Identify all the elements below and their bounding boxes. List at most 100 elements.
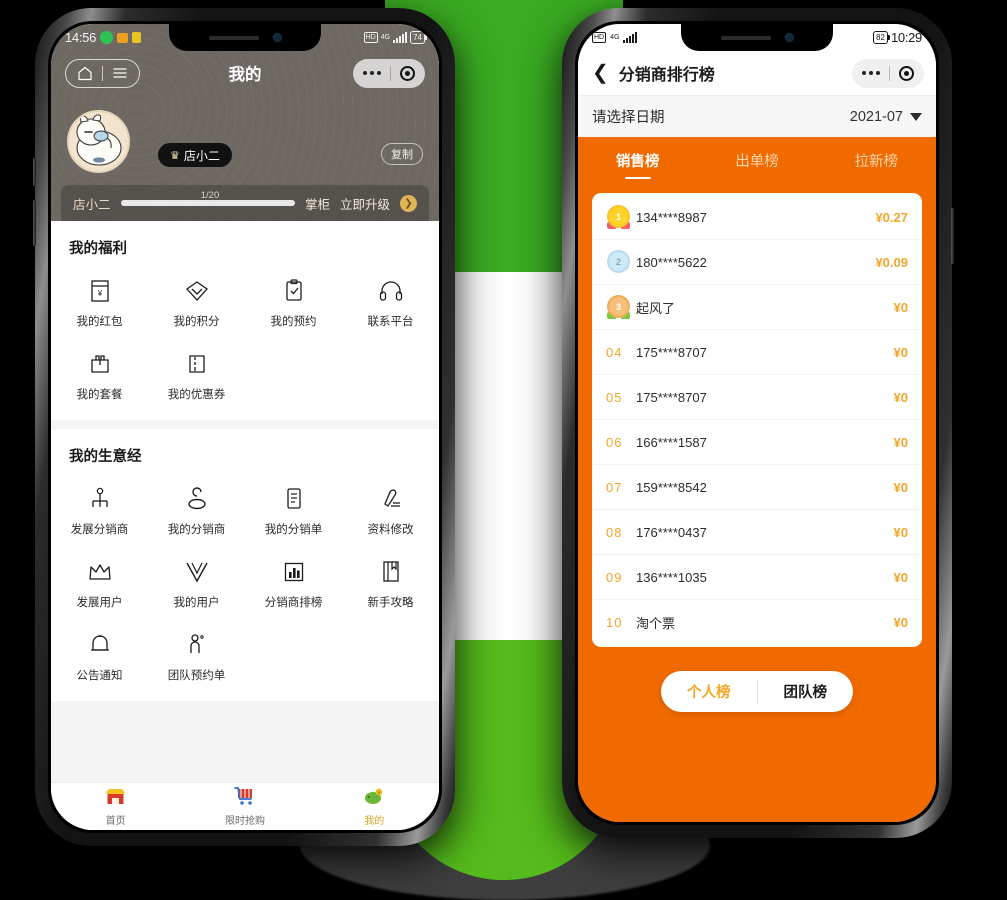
signal-icon [623, 31, 638, 43]
app-icon [132, 32, 142, 43]
rank-number: 05 [606, 389, 623, 405]
date-value: 2021-07 [849, 108, 903, 125]
target-icon[interactable] [400, 65, 415, 81]
grid-item-develop-user[interactable]: 发展用户 [51, 545, 148, 618]
wechat-capsule-right[interactable] [852, 58, 924, 88]
table-row[interactable]: 10 淘个票 ¥0 [592, 600, 922, 645]
date-selector[interactable]: 请选择日期 2021-07 [578, 95, 936, 137]
cart-icon [234, 786, 256, 810]
more-dots-icon[interactable] [862, 71, 880, 75]
volume-down-button[interactable] [33, 200, 36, 246]
business-card: 我的生意经 发展分销商 我的分销商 我的分销单 资料修改 发展用户 我的用户 分… [51, 429, 439, 701]
grid-label: 团队预约单 [167, 670, 226, 682]
grid-item-my-user[interactable]: 我的用户 [148, 545, 245, 618]
network-person-icon [88, 486, 112, 512]
capsule-divider [102, 65, 103, 81]
grid-item-notice[interactable]: 公告通知 [51, 618, 148, 691]
profile-row: ♛ 店小二 复制 [51, 95, 439, 179]
rank-tabs: 销售榜 出单榜 拉新榜 [578, 137, 936, 183]
chevron-left-icon[interactable]: ❮ [592, 63, 609, 83]
clipboard-check-icon [285, 278, 303, 304]
rank-value: ¥0 [893, 389, 908, 405]
more-dots-icon[interactable] [363, 71, 381, 75]
grid-label: 新手攻略 [367, 597, 414, 609]
grid-item-distributor-rank[interactable]: 分销商排榜 [245, 545, 342, 618]
table-row[interactable]: 2 180****5622 ¥0.09 [592, 240, 922, 285]
user-stand-icon [185, 486, 209, 512]
table-row[interactable]: 09 136****1035 ¥0 [592, 555, 922, 600]
grid-item-profile-edit[interactable]: 资料修改 [342, 472, 439, 545]
battery-indicator: 82 [873, 31, 890, 44]
grid-item-redpacket[interactable]: ¥ 我的红包 [51, 264, 148, 337]
grid-item-my-orders[interactable]: 我的分销单 [245, 472, 342, 545]
table-row[interactable]: 05 175****8707 ¥0 [592, 375, 922, 420]
rank-number: 3 [609, 297, 628, 316]
table-row[interactable]: 08 176****0437 ¥0 [592, 510, 922, 555]
grid-label: 资料修改 [367, 524, 414, 536]
grid-label: 我的分销单 [264, 524, 323, 536]
copy-button[interactable]: 复制 [381, 143, 423, 165]
mine-body: 我的福利 ¥ 我的红包 我的积分 我的预约 联系平台 我的套餐 我的优惠券 我的… [51, 221, 439, 701]
caret-down-icon[interactable] [910, 112, 922, 121]
page-title: 分销商排行榜 [618, 67, 715, 84]
table-row[interactable]: 07 159****8542 ¥0 [592, 465, 922, 510]
progress-track-wrap: 1/20 [120, 190, 295, 212]
table-row[interactable]: 1 134****8987 ¥0.27 [592, 195, 922, 240]
tab-newusers[interactable]: 拉新榜 [817, 150, 936, 171]
document-icon [285, 486, 303, 512]
tab-label: 首页 [105, 815, 126, 827]
tab-home[interactable]: 首页 [51, 787, 180, 827]
progress-value: 1/20 [200, 190, 220, 201]
target-icon[interactable] [899, 65, 914, 81]
phone-right-device: HD 4G 82 10:29 ❮ 分销商排行榜 请选择日期 2021-07 销售… [562, 8, 954, 838]
home-icon[interactable] [77, 66, 93, 81]
table-row[interactable]: 06 166****1587 ¥0 [592, 420, 922, 465]
nav-capsule-left[interactable] [65, 58, 140, 88]
grid-item-points[interactable]: 我的积分 [148, 264, 245, 337]
avatar[interactable] [67, 109, 130, 173]
crown-outline-icon [87, 559, 113, 585]
grid-item-contact[interactable]: 联系平台 [342, 264, 439, 337]
signal-icon [393, 31, 408, 43]
front-camera [784, 33, 794, 42]
tab-flashsale[interactable]: 限时抢购 [180, 786, 309, 827]
grid-label: 发展分销商 [70, 524, 129, 536]
grid-label: 我的预约 [270, 316, 317, 328]
grid-item-develop-distributor[interactable]: 发展分销商 [51, 472, 148, 545]
upgrade-label[interactable]: 立即升级 [340, 194, 390, 213]
grid-item-newbie-guide[interactable]: 新手攻略 [342, 545, 439, 618]
grid-label: 我的分销商 [167, 524, 226, 536]
rank-value: ¥0 [893, 434, 908, 450]
capsule-divider [390, 65, 391, 81]
hd-badge: HD [592, 32, 607, 43]
bottom-tabbar: 首页 限时抢购 ¥ 我的 [51, 782, 439, 830]
tab-orders[interactable]: 出单榜 [697, 150, 816, 171]
wechat-capsule-left[interactable] [353, 58, 425, 88]
chevron-right-icon[interactable]: ❯ [400, 194, 417, 212]
redpacket-icon: ¥ [90, 278, 110, 304]
power-button[interactable] [951, 208, 954, 264]
phone-left-device: 14:56 HD 4G 74 我的 ♛ 店小二 复制 店小二 1/20 掌柜 立… [33, 8, 455, 846]
grid-item-team-booking[interactable]: 团队预约单 [148, 618, 245, 691]
toggle-team[interactable]: 团队榜 [758, 671, 854, 712]
grid-item-coupon[interactable]: 我的优惠券 [148, 337, 245, 410]
grid-item-my-distributor[interactable]: 我的分销商 [148, 472, 245, 545]
grid-label: 公告通知 [76, 670, 123, 682]
package-icon [89, 351, 111, 377]
battery-indicator: 74 [410, 31, 427, 44]
table-row[interactable]: 04 175****8707 ¥0 [592, 330, 922, 375]
rank-value: ¥0 [893, 569, 908, 585]
rank-number: 08 [606, 524, 623, 540]
table-row[interactable]: 3 起风了 ¥0 [592, 285, 922, 330]
pencil-edit-icon [379, 486, 403, 512]
rank-value: ¥0.27 [875, 209, 908, 225]
tab-sales[interactable]: 销售榜 [578, 150, 697, 171]
toggle-personal[interactable]: 个人榜 [661, 671, 757, 712]
menu-icon[interactable] [112, 66, 128, 81]
grid-item-package[interactable]: 我的套餐 [51, 337, 148, 410]
grid-item-booking[interactable]: 我的预约 [245, 264, 342, 337]
welfare-title: 我的福利 [69, 241, 127, 257]
diamond-icon [185, 278, 209, 304]
tab-mine[interactable]: ¥ 我的 [310, 786, 439, 827]
volume-up-button[interactable] [33, 158, 36, 186]
